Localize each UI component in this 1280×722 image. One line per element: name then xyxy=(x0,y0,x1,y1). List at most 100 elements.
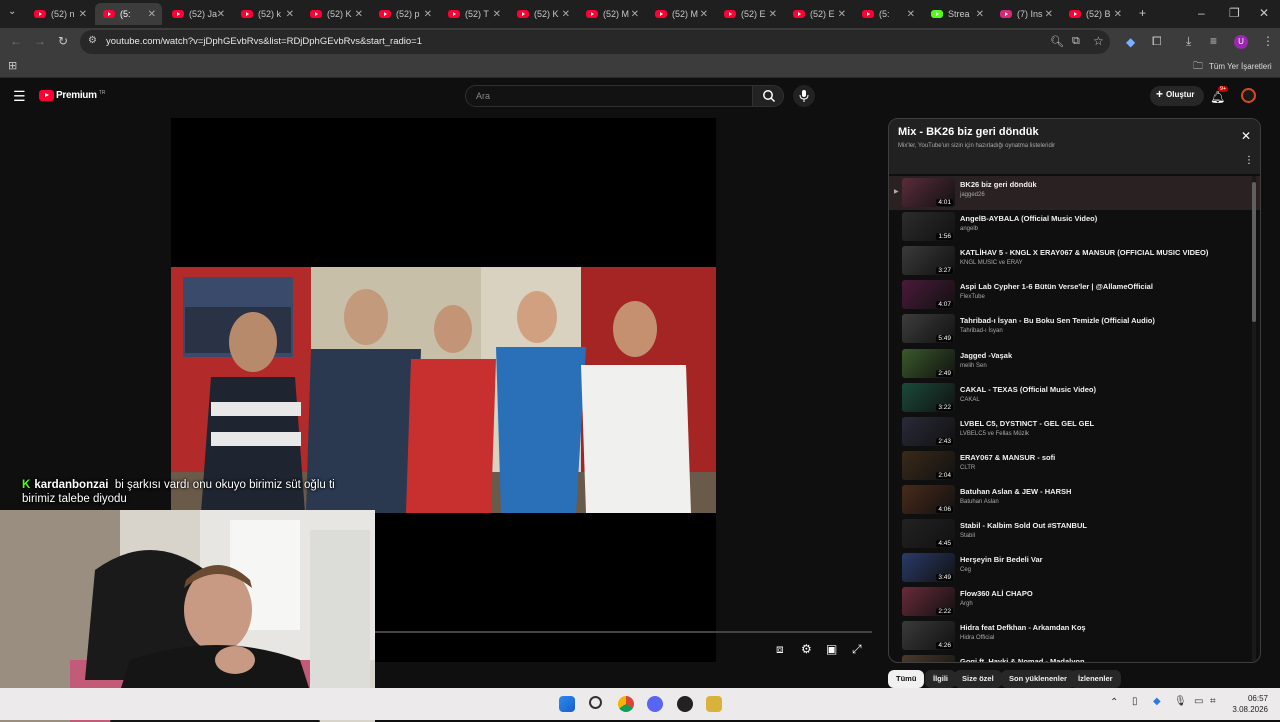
browser-tab[interactable]: (52) k ✕ xyxy=(233,3,300,25)
maximize-icon[interactable]: ❐ xyxy=(1229,6,1240,20)
chrome-icon[interactable] xyxy=(618,696,634,712)
playlist-item-thumbnail[interactable]: 2:49 xyxy=(902,348,955,378)
close-tab-icon[interactable]: ✕ xyxy=(148,9,156,20)
browser-tab[interactable]: (52) E ✕ xyxy=(785,3,852,25)
menu-icon[interactable]: ⋮ xyxy=(1262,34,1274,48)
playlist-item-title[interactable]: Flow360 ALİ CHAPO xyxy=(960,589,1033,598)
obs-icon[interactable] xyxy=(677,696,693,712)
browser-tab[interactable]: (52) M ✕ xyxy=(647,3,714,25)
browser-tab[interactable]: (52) T ✕ xyxy=(440,3,507,25)
playlist-item-title[interactable]: Batuhan Aslan & JEW - HARSH xyxy=(960,487,1071,496)
browser-tab[interactable]: (52) B ✕ xyxy=(1061,3,1128,25)
playlist-item-thumbnail[interactable] xyxy=(902,655,955,662)
filter-chip[interactable]: Son yüklenenler xyxy=(1001,670,1075,688)
app-icon[interactable] xyxy=(706,696,722,712)
playlist-item-title[interactable]: Jagged -Vaşak xyxy=(960,351,1012,360)
account-avatar[interactable] xyxy=(1241,88,1256,103)
taskbar-clock[interactable]: 06:57 3.08.2026 xyxy=(1228,693,1268,715)
close-tab-icon[interactable]: ✕ xyxy=(1045,9,1053,20)
mic-tray-icon[interactable]: 🎙︎ xyxy=(1174,696,1187,707)
playlist-item-thumbnail[interactable]: 4:26 xyxy=(902,621,955,651)
playlist-item-title[interactable]: Gogi ft. Hayki & Nomad - Madalyon xyxy=(960,657,1085,662)
close-tab-icon[interactable]: ✕ xyxy=(838,9,846,20)
filter-chip[interactable]: Tümü xyxy=(888,670,925,688)
playlist-item[interactable]: 3:22 CAKAL - TEXAS (Official Music Video)… xyxy=(889,381,1260,415)
tray-app-icon[interactable]: ◆ xyxy=(1153,696,1161,707)
playlist-item-title[interactable]: BK26 biz geri döndük xyxy=(960,180,1037,189)
playlist-item[interactable]: 3:49 Herşeyin Bir Bedeli Var Ceg xyxy=(889,551,1260,585)
close-tab-icon[interactable]: ✕ xyxy=(700,9,708,20)
playlist-item-thumbnail[interactable]: 3:27 xyxy=(902,246,955,276)
apps-grid-icon[interactable]: ⊞ xyxy=(8,59,17,72)
playlist-item-title[interactable]: Stabil - Kalbim Sold Out #STANBUL xyxy=(960,521,1087,530)
extension-icon[interactable]: ◆ xyxy=(1126,35,1135,49)
zoom-icon[interactable]: 🔍︎ xyxy=(1050,35,1064,48)
install-icon[interactable]: ⧉ xyxy=(1072,35,1080,48)
playlist-menu-icon[interactable]: ⋮ xyxy=(1244,155,1254,166)
playlist-item-thumbnail[interactable]: 4:01 xyxy=(902,178,955,207)
close-tab-icon[interactable]: ✕ xyxy=(907,9,915,20)
close-tab-icon[interactable]: ✕ xyxy=(562,9,570,20)
playlist-item-title[interactable]: Hidra feat Defkhan - Arkamdan Koş xyxy=(960,623,1086,632)
playlist-item-title[interactable]: AngelB-AYBALA (Official Music Video) xyxy=(960,214,1097,223)
playlist-item-thumbnail[interactable]: 2:43 xyxy=(902,416,955,446)
download-icon[interactable]: ⤓ xyxy=(1186,34,1191,49)
playlist-item-thumbnail[interactable]: 1:56 xyxy=(902,212,955,242)
browser-tab[interactable]: (52) K ✕ xyxy=(302,3,369,25)
close-playlist-icon[interactable]: ✕ xyxy=(1241,129,1251,143)
playlist-item[interactable]: 3:27 KATLİHAV 5 - KNGL X ERAY067 & MANSUR… xyxy=(889,244,1260,278)
playlist-item[interactable]: 4:26 Hidra feat Defkhan - Arkamdan Koş Hid… xyxy=(889,619,1260,653)
playlist-item[interactable]: 2:04 ERAY067 & MANSUR - sofi CLTR xyxy=(889,449,1260,483)
browser-tab[interactable]: (7) Ins ✕ xyxy=(992,3,1059,25)
close-window-icon[interactable]: ✕ xyxy=(1259,6,1269,20)
playlist-item[interactable]: 4:45 Stabil - Kalbim Sold Out #STANBUL Sta… xyxy=(889,517,1260,551)
close-tab-icon[interactable]: ✕ xyxy=(79,9,87,20)
settings-icon[interactable]: ⚙ xyxy=(801,642,812,656)
playlist-item-thumbnail[interactable]: 2:04 xyxy=(902,450,955,480)
playlist-item[interactable]: 2:43 LVBEL C5, DYSTINCT - GEL GEL GEL LVBE… xyxy=(889,415,1260,449)
close-tab-icon[interactable]: ✕ xyxy=(355,9,363,20)
reload-icon[interactable]: ↻ xyxy=(58,34,68,48)
fullscreen-icon[interactable]: ⤢ xyxy=(852,642,862,657)
search-button[interactable] xyxy=(752,85,784,107)
back-icon[interactable]: ← xyxy=(10,34,22,48)
browser-tab[interactable]: (5: ✕ xyxy=(854,3,921,25)
close-tab-icon[interactable]: ✕ xyxy=(286,9,294,20)
playlist-item-title[interactable]: ERAY067 & MANSUR - sofi xyxy=(960,453,1055,462)
filter-chip[interactable]: İzlenenler xyxy=(1070,670,1121,688)
playlist-item-title[interactable]: CAKAL - TEXAS (Official Music Video) xyxy=(960,385,1096,394)
battery-icon[interactable]: ▯ xyxy=(1132,696,1138,707)
notifications-button[interactable]: 🔔︎ 9+ xyxy=(1210,86,1229,106)
close-tab-icon[interactable]: ✕ xyxy=(1114,9,1122,20)
tray-chevron-icon[interactable]: ⌃ xyxy=(1110,697,1118,708)
playlist-item-thumbnail[interactable]: 4:45 xyxy=(902,519,955,548)
new-tab-icon[interactable]: + xyxy=(1139,6,1146,20)
playlist-item-thumbnail[interactable]: 5:49 xyxy=(902,314,955,344)
close-tab-icon[interactable]: ✕ xyxy=(769,9,777,20)
browser-tab[interactable]: (52) p ✕ xyxy=(371,3,438,25)
all-bookmarks-label[interactable]: Tüm Yer İşaretleri xyxy=(1209,62,1272,71)
media-control-icon[interactable]: ≡ xyxy=(1210,34,1217,48)
playlist-item[interactable]: 2:22 Flow360 ALİ CHAPO Argh xyxy=(889,585,1260,619)
close-tab-icon[interactable]: ✕ xyxy=(631,9,639,20)
profile-avatar[interactable]: U xyxy=(1234,35,1248,49)
browser-tab[interactable]: (5: ✕ xyxy=(95,3,162,25)
playlist-item[interactable]: 1:56 AngelB-AYBALA (Official Music Video)… xyxy=(889,210,1260,244)
forward-icon[interactable]: → xyxy=(34,34,46,48)
miniplayer-icon[interactable]: ▣ xyxy=(826,642,837,656)
playlist-item[interactable]: 4:07 Aspi Lab Cypher 1-6 Bütün Verse'ler … xyxy=(889,278,1260,312)
playlist-item-title[interactable]: LVBEL C5, DYSTINCT - GEL GEL GEL xyxy=(960,419,1094,428)
playlist-item[interactable]: Gogi ft. Hayki & Nomad - Madalyon xyxy=(889,653,1260,662)
browser-tab[interactable]: Strea ✕ xyxy=(923,3,990,25)
browser-tab[interactable]: (52) Ja ✕ xyxy=(164,3,231,25)
playlist-item-title[interactable]: Herşeyin Bir Bedeli Var xyxy=(960,555,1043,564)
playlist-item-title[interactable]: Tahribad-ı İsyan - Bu Boku Sen Temizle (… xyxy=(960,316,1155,325)
extensions-icon[interactable]: ⧠ xyxy=(1152,34,1162,49)
omnibox[interactable]: ⚙ youtube.com/watch?v=jDphGEvbRvs&list=R… xyxy=(80,30,1110,54)
url-text[interactable]: youtube.com/watch?v=jDphGEvbRvs&list=RDj… xyxy=(106,36,422,47)
filter-chip[interactable]: İlgili xyxy=(925,670,956,688)
voice-search-button[interactable] xyxy=(793,85,815,107)
playlist-item-title[interactable]: Aspi Lab Cypher 1-6 Bütün Verse'ler | @A… xyxy=(960,282,1153,291)
display-tray-icon[interactable]: ▭ xyxy=(1194,696,1203,707)
create-button[interactable]: + Oluştur xyxy=(1150,86,1205,106)
